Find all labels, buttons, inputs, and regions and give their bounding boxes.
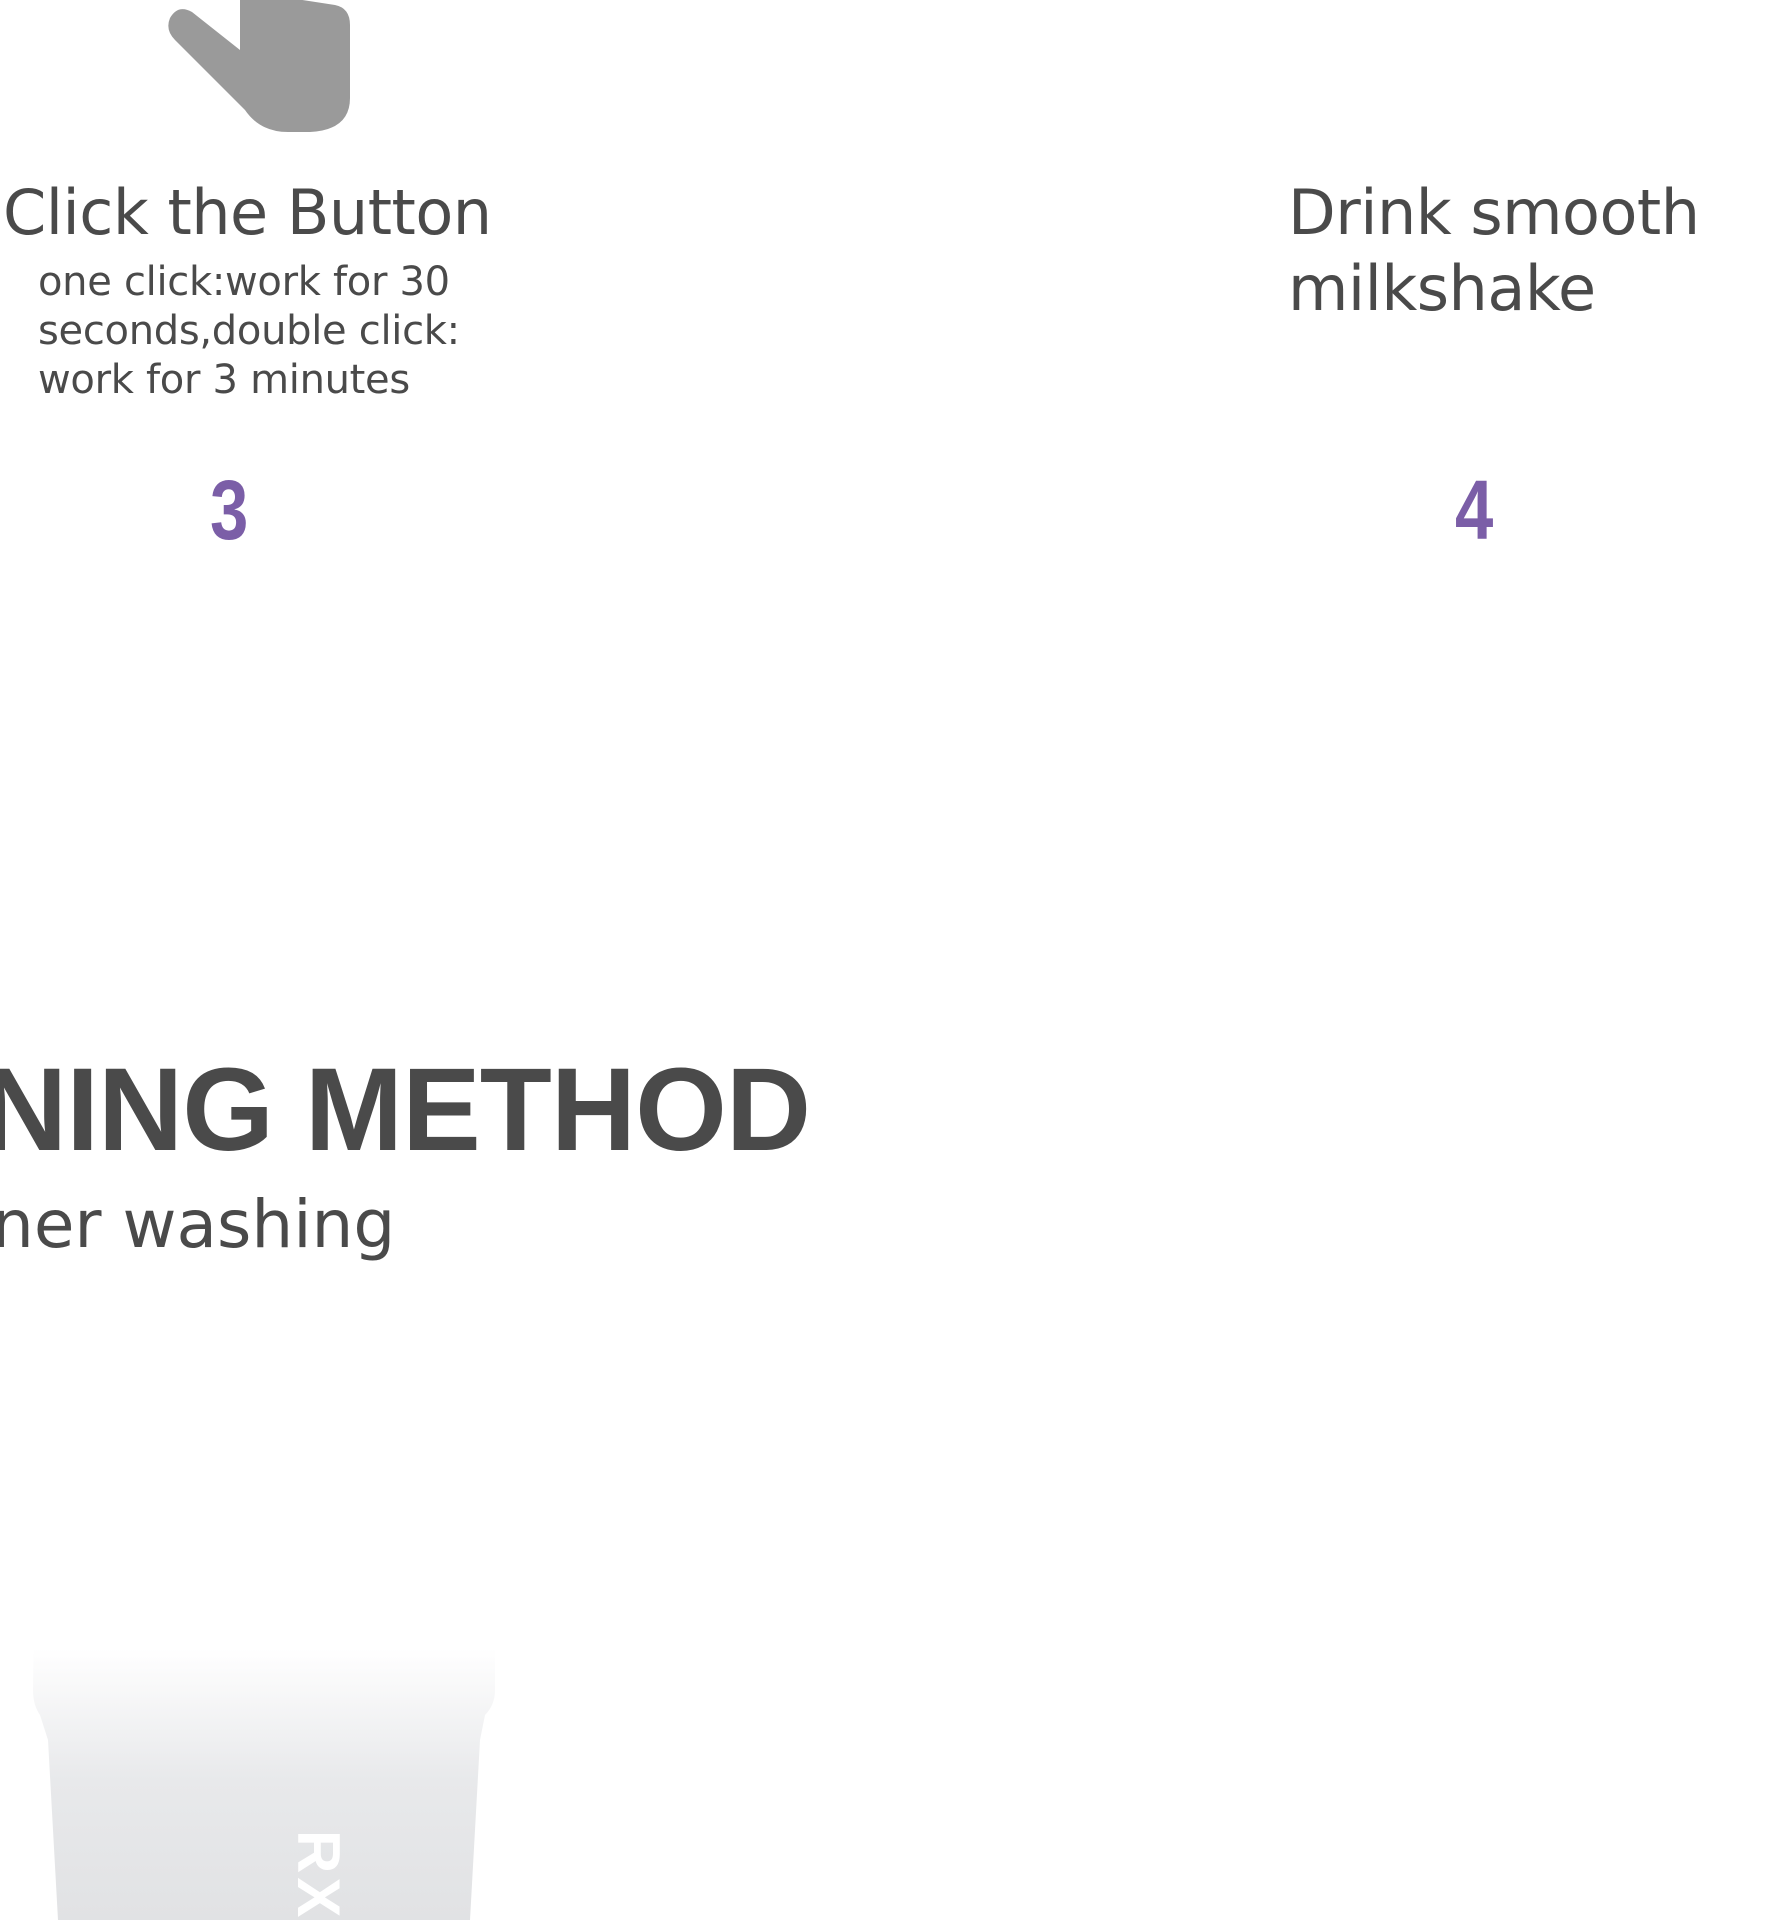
step-4-number: 4 bbox=[1455, 463, 1494, 557]
step-4-title-line: Drink smooth bbox=[1288, 176, 1700, 249]
cleaning-method-subheading: ner washing bbox=[0, 1186, 396, 1263]
blender-cup-image: RX bbox=[33, 1520, 495, 1920]
step-3-description: one click:work for 30 seconds,double cli… bbox=[38, 258, 498, 405]
pointing-hand-icon bbox=[168, 0, 350, 132]
step-3-title: Click the Button bbox=[3, 176, 492, 249]
step-3-description-line: work for 3 minutes bbox=[38, 357, 410, 403]
cleaning-method-heading: NING METHOD bbox=[0, 1044, 811, 1176]
cup-brand-logo: RX bbox=[285, 1830, 352, 1920]
step-3-description-line: one click:work for 30 bbox=[38, 259, 450, 305]
step-3-number: 3 bbox=[210, 463, 249, 557]
step-4-title-line: milkshake bbox=[1288, 252, 1596, 325]
step-4-title: Drink smooth milkshake bbox=[1288, 175, 1758, 327]
step-3-description-line: seconds,double click: bbox=[38, 308, 460, 354]
